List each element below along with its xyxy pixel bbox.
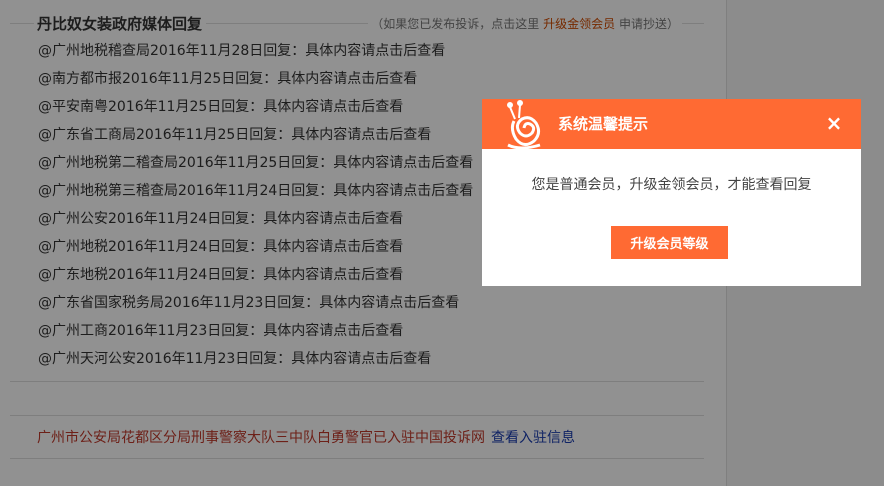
snail-icon	[507, 100, 541, 150]
page: 丹比奴女装政府媒体回复 （如果您已发布投诉，点击这里 升级金领会员 申请抄送） …	[0, 0, 884, 486]
notice-modal: 系统温馨提示 × 您是普通会员，升级金领会员，才能查看回复 升级会员等级	[482, 99, 861, 286]
close-icon[interactable]: ×	[823, 112, 845, 134]
modal-header: 系统温馨提示 ×	[482, 99, 861, 150]
upgrade-member-button[interactable]: 升级会员等级	[611, 226, 728, 259]
modal-message: 您是普通会员，升级金领会员，才能查看回复	[531, 177, 812, 193]
modal-title: 系统温馨提示	[558, 115, 649, 133]
